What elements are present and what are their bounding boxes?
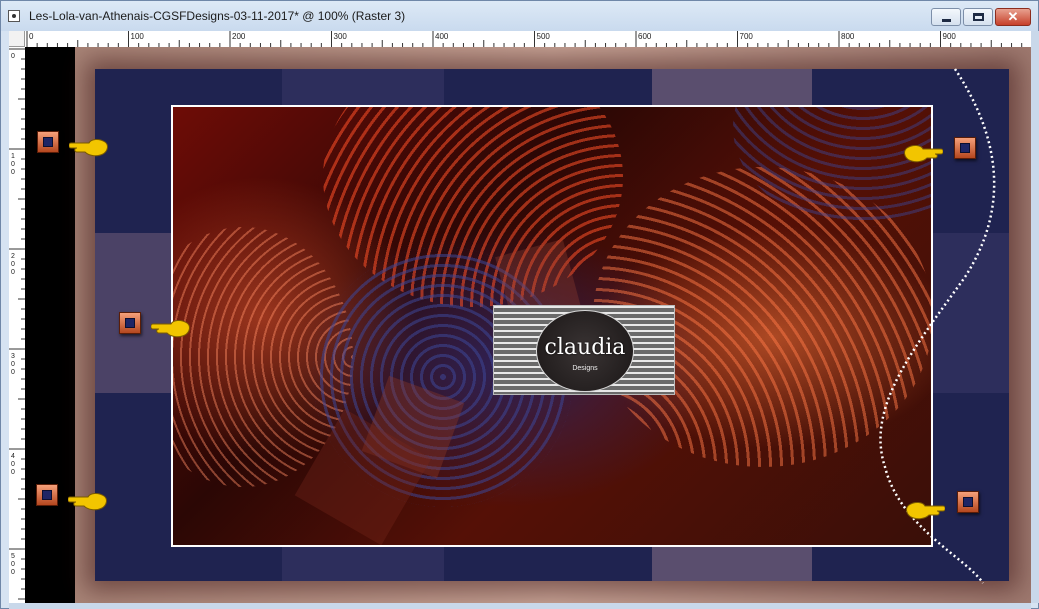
ruler-label: 400: [435, 32, 449, 41]
ruler-label: 800: [841, 32, 855, 41]
document-icon[interactable]: [8, 10, 20, 22]
ruler-label: 0: [11, 161, 15, 168]
square-handle-icon[interactable]: [957, 491, 979, 513]
ruler-corner: [9, 31, 25, 47]
ruler-label: 0: [11, 469, 15, 476]
ruler-label: 1: [11, 153, 15, 160]
ruler-label: 0: [11, 169, 15, 176]
pointing-hand-icon: [906, 502, 945, 520]
app-window: Les-Lola-van-Athenais-CGSFDesigns-03-11-…: [0, 0, 1039, 609]
ruler-label: 0: [11, 53, 15, 60]
square-handle-icon[interactable]: [954, 137, 976, 159]
square-handle-icon[interactable]: [36, 484, 58, 506]
close-button[interactable]: ✕: [995, 8, 1031, 26]
horizontal-scroll-track[interactable]: [9, 603, 1031, 609]
title-bar[interactable]: Les-Lola-van-Athenais-CGSFDesigns-03-11-…: [1, 1, 1038, 31]
ruler-label: 0: [11, 561, 15, 568]
ruler-label: 2: [11, 253, 15, 260]
minimize-button[interactable]: [931, 8, 961, 26]
minimize-icon: [942, 19, 951, 22]
ruler-label: 0: [11, 569, 15, 576]
vertical-ruler-ticks: 0100200300400500: [9, 48, 25, 600]
ruler-label: 900: [943, 32, 957, 41]
ruler-label: 0: [11, 361, 15, 368]
maximize-button[interactable]: [963, 8, 993, 26]
ruler-label: 700: [740, 32, 754, 41]
ruler-label: 5: [11, 553, 15, 560]
window-title: Les-Lola-van-Athenais-CGSFDesigns-03-11-…: [29, 9, 406, 23]
maximize-icon: [973, 13, 984, 21]
pointing-hand-icon: [69, 139, 108, 157]
horizontal-ruler[interactable]: 0 100 200 300 400 500 600 700 800 900: [9, 31, 1031, 48]
ruler-label: 0: [11, 461, 15, 468]
ruler-label: 0: [11, 269, 15, 276]
image-canvas[interactable]: claudia Designs: [25, 47, 1031, 603]
ruler-label: 3: [11, 353, 15, 360]
ruler-label: 300: [334, 32, 348, 41]
ruler-label: 4: [11, 453, 15, 460]
ruler-label: 500: [537, 32, 551, 41]
vertical-scroll-track[interactable]: [1031, 31, 1039, 603]
square-handle-icon[interactable]: [37, 131, 59, 153]
square-handle-icon[interactable]: [119, 312, 141, 334]
ruler-label: 0: [11, 369, 15, 376]
horizontal-ruler-ticks: 0 100 200 300 400 500 600 700 800 900: [26, 31, 1023, 47]
ruler-label: 100: [131, 32, 145, 41]
ruler-label: 200: [232, 32, 246, 41]
pointing-hand-icon: [151, 320, 190, 338]
close-icon: ✕: [1007, 9, 1019, 24]
pointing-hand-icon: [68, 493, 107, 511]
ruler-label: 0: [11, 261, 15, 268]
ruler-label: 0: [29, 32, 34, 41]
vertical-ruler[interactable]: 0100200300400500: [9, 47, 26, 603]
ruler-label: 600: [638, 32, 652, 41]
pointing-hand-icon: [904, 145, 943, 163]
